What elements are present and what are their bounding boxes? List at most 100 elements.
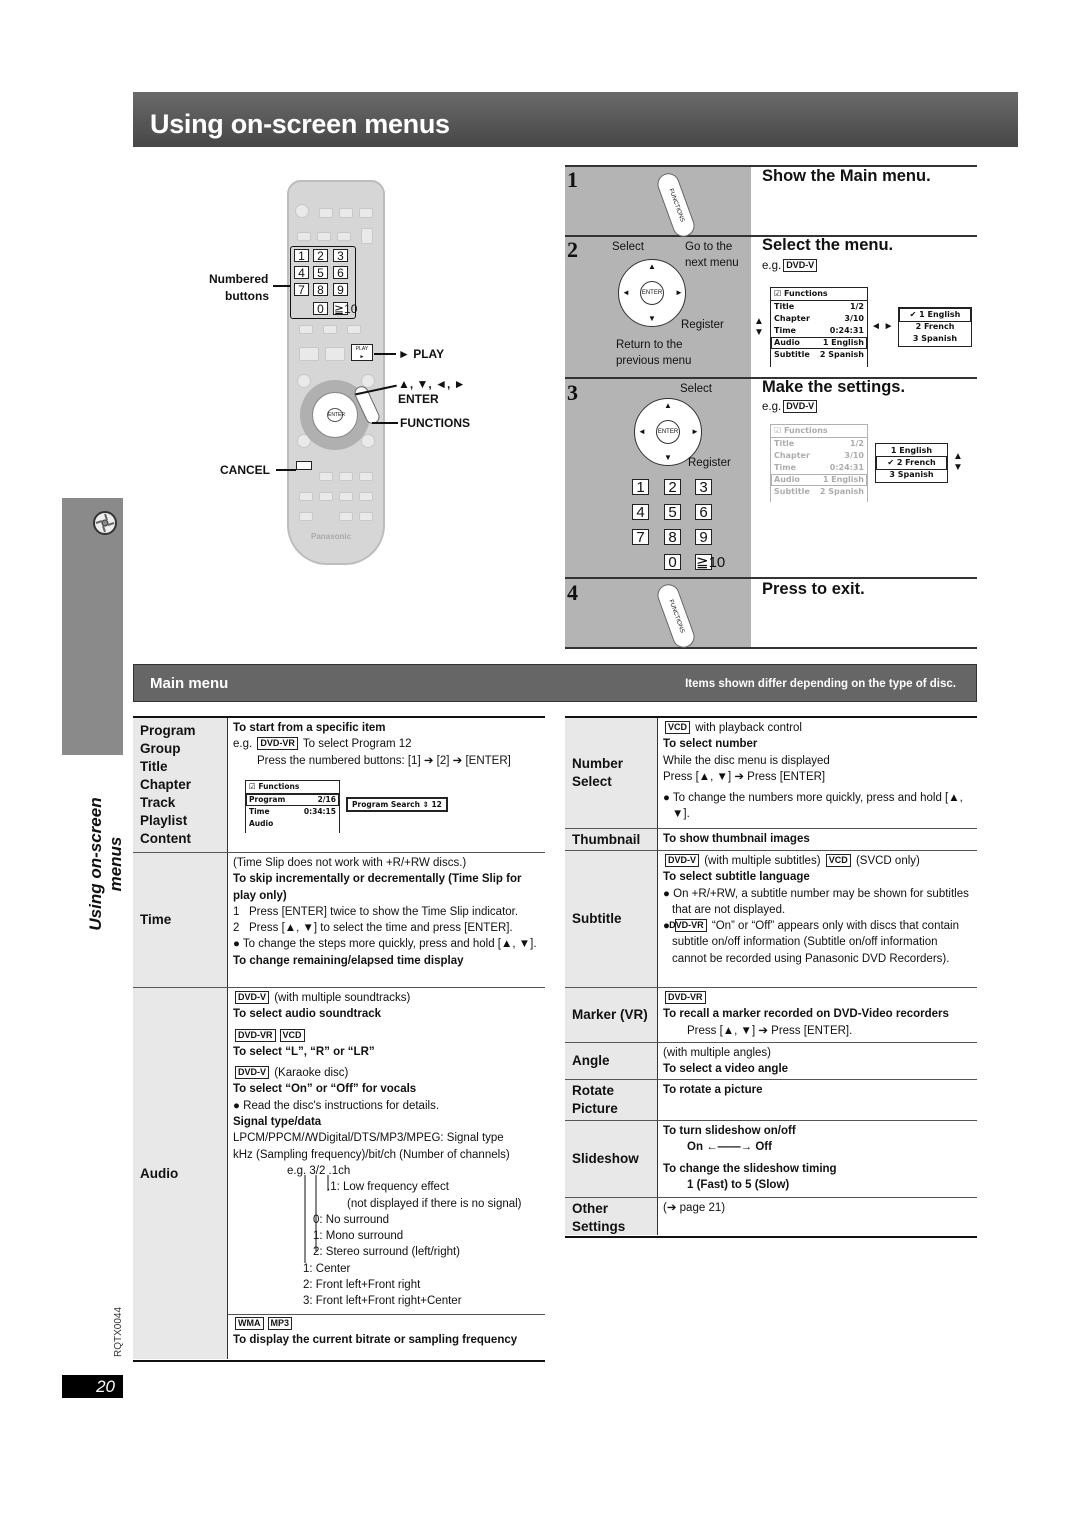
- osd-row-value: 3/10: [844, 451, 864, 460]
- language-option: ✔ 2 French: [876, 456, 947, 470]
- row-label: Program Group Title Chapter Track Playlist Con…: [133, 718, 228, 852]
- language-option: 2 French: [915, 322, 955, 331]
- osd-row: Chapter 3/10: [771, 313, 867, 325]
- disc-badge: DVD-V: [783, 400, 818, 413]
- disc-badge: DVD-V: [783, 259, 818, 272]
- language-option: ✔ 1 English: [899, 308, 971, 322]
- osd-row: Subtitle 2 Spanish: [771, 349, 867, 361]
- row-label: Other Settings: [565, 1198, 658, 1235]
- cell-line: DVD-VR VCD: [233, 1028, 541, 1044]
- number-key: 6: [333, 266, 348, 279]
- label-cancel: CANCEL: [220, 463, 270, 477]
- label-text: Rotate: [572, 1083, 615, 1098]
- cell-line: (➔ page 21): [663, 1200, 973, 1216]
- osd-row: Title 1/2: [771, 301, 867, 313]
- up-down-arrows-icon: ▲ ▼: [754, 316, 764, 338]
- text: (with multiple angles): [663, 1047, 772, 1059]
- section-note: Items shown differ depending on the type…: [685, 678, 956, 690]
- section-title: Main menu: [150, 675, 229, 692]
- osd-row-label: Audio: [774, 475, 800, 484]
- main-menu-header: Main menu Items shown differ depending o…: [133, 664, 977, 702]
- number-key-icon: 4: [632, 504, 649, 520]
- osd-row: Audio 1 English: [771, 474, 867, 486]
- cell-line: To start from a specific item: [233, 720, 541, 736]
- osd-title: Functions: [258, 782, 300, 791]
- cell-line: ● On +R/+RW, a subtitle number may be sh…: [663, 886, 973, 919]
- cell-line: Press [▲, ▼] ➔ Press [ENTER].: [663, 1023, 973, 1039]
- cell-line: e.g. DVD-VR To select Program 12: [233, 736, 541, 752]
- osd-row: Audio: [246, 818, 339, 830]
- disc-type-badge: DVD-V: [235, 1066, 270, 1080]
- osd-row-value: 2 Spanish: [819, 487, 864, 496]
- osd-row-value: 1 English: [822, 475, 864, 484]
- osd-row-label: Title: [774, 439, 795, 448]
- label-text: Chapter: [140, 777, 192, 792]
- osd-row-label: Time: [249, 807, 270, 816]
- cell-line: To select audio soundtrack: [233, 1006, 541, 1022]
- step-number: 1: [567, 167, 578, 192]
- section-tab: [62, 498, 123, 755]
- cell-line: 3: Front left+Front right+Center: [303, 1295, 462, 1308]
- osd-row-value: 0:24:31: [829, 326, 864, 335]
- table-row: Subtitle DVD-V (with multiple subtitles) …: [565, 850, 977, 987]
- disc-icon: [93, 511, 117, 535]
- cell-line: (not displayed if there is no signal): [347, 1197, 522, 1210]
- disc-type-badge: VCD: [825, 854, 851, 867]
- cell-line: .1: Low frequency effect: [327, 1181, 449, 1194]
- osd-program-menu: ☑ Functions Program 2/16 Time 0:34:15 Audio: [245, 780, 340, 833]
- osd-row-label: Audio: [774, 338, 800, 347]
- cell-line: ● To change the steps more quickly, pres…: [233, 936, 541, 952]
- text: To change the slideshow timing: [663, 1162, 837, 1175]
- cell-line: WMA MP3: [233, 1316, 541, 1332]
- osd-row-label: Subtitle: [774, 350, 810, 359]
- check-circle-icon: ☑: [249, 782, 259, 791]
- cell-line: DVD-VR: [663, 990, 973, 1006]
- cell-line: To select “L”, “R” or “LR”: [233, 1044, 541, 1060]
- text: 2 Press [▲, ▼] to select the time and pr…: [233, 922, 513, 935]
- cell-line: Press [▲, ▼] ➔ Press [ENTER]: [663, 769, 973, 785]
- dial-pad-icon: ▲ ▼ ◄ ► ENTER: [618, 259, 686, 327]
- up-down-arrows-icon: ▲ ▼: [953, 451, 963, 473]
- cell-line: To turn slideshow on/off: [663, 1123, 973, 1139]
- cell-line: VCD with playback control: [663, 720, 973, 736]
- osd-header: ☑ Functions: [246, 781, 339, 794]
- cell-line: 2 Press [▲, ▼] to select the time and pr…: [233, 920, 541, 936]
- label-text: Track: [140, 795, 176, 810]
- osd-row: Time 0:24:31: [771, 325, 867, 337]
- osd-row-label: Subtitle: [774, 487, 810, 496]
- cell-line: 1: Center: [303, 1262, 351, 1275]
- osd-row-value: 3/10: [844, 314, 864, 323]
- row-label: Time: [133, 853, 228, 987]
- label-arrows: ▲, ▼, ◄, ►: [398, 377, 466, 391]
- osd-title: Functions: [783, 289, 828, 298]
- table-row: Other Settings (➔ page 21): [565, 1197, 977, 1235]
- enter-key-icon: ENTER: [640, 281, 664, 305]
- cell-line: To recall a marker recorded on DVD-Video…: [663, 1006, 973, 1022]
- osd-row-label: Title: [774, 302, 795, 311]
- text: To recall a marker recorded on DVD-Video…: [663, 1008, 949, 1021]
- language-option: 1 English: [890, 446, 933, 455]
- label-functions: FUNCTIONS: [400, 416, 470, 430]
- page-number: 20: [62, 1375, 123, 1398]
- cell-line: 1 (Fast) to 5 (Slow): [663, 1177, 973, 1193]
- remote-control-illustration: [287, 180, 385, 565]
- cell-line: 2: Front left+Front right: [303, 1279, 421, 1292]
- text: To rotate a picture: [663, 1084, 763, 1096]
- osd-row-label: Program: [249, 795, 286, 804]
- check-circle-icon: ☑: [774, 289, 784, 298]
- text: “On” or “Off” appears only with discs th…: [672, 920, 960, 965]
- label-select: Select: [612, 241, 644, 253]
- enter-key: ENTER: [327, 408, 345, 422]
- play-key: PLAY ►: [351, 344, 373, 361]
- osd-row-value: 0:24:31: [829, 463, 864, 472]
- cell-line: Press the numbered buttons: [1] ➔ [2] ➔ …: [233, 753, 541, 769]
- osd-row-label: Audio: [249, 819, 274, 828]
- label-text: Title: [140, 759, 168, 774]
- osd-row-value: 1 English: [822, 338, 864, 347]
- check-circle-icon: ☑: [774, 426, 784, 435]
- osd-functions-menu: ☑ Functions Title 1/2 Chapter 3/10 Time 0:24:3…: [770, 424, 868, 502]
- eg-label: e.g.: [762, 401, 782, 413]
- doc-code: RQTX0044: [113, 1306, 124, 1358]
- label-buttons: buttons: [225, 289, 269, 303]
- text: To show thumbnail images: [663, 833, 810, 845]
